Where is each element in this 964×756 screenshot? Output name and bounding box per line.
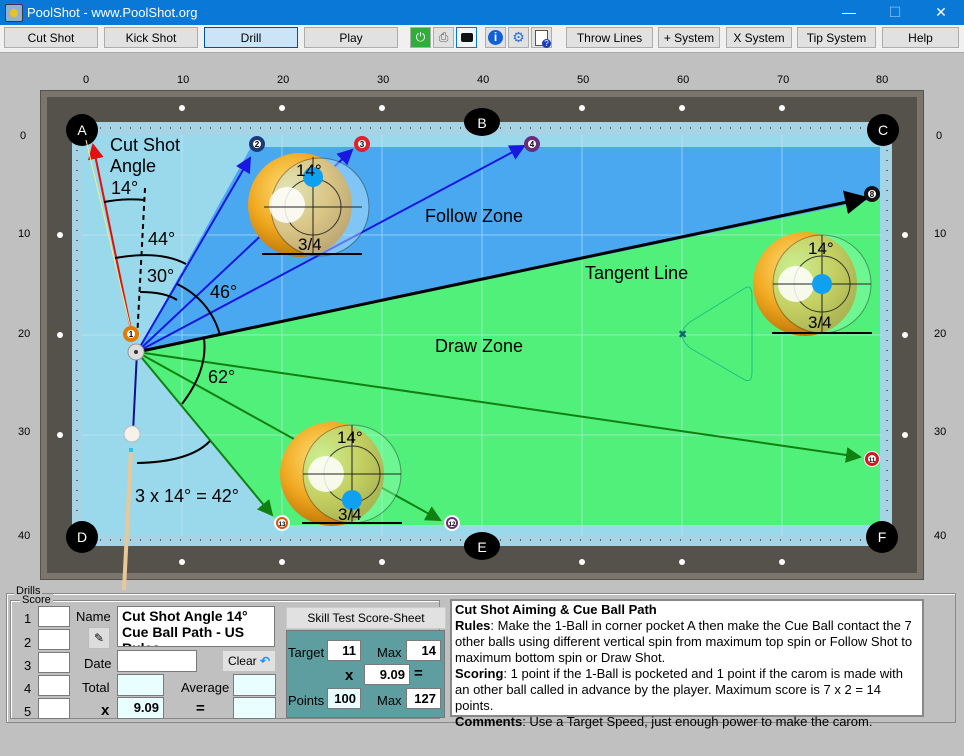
- score-group-label: Score: [20, 594, 53, 606]
- label-tangent-line: Tangent Line: [585, 263, 688, 283]
- cue-ball: [123, 425, 141, 443]
- multiply-symbol: x: [345, 667, 354, 684]
- drill-name-field[interactable]: Cut Shot Angle 14° Cue Ball Path - US Ru…: [117, 606, 275, 647]
- pool-table[interactable]: A B C D E F Cut Shot Angle 14° 44° 30° 4…: [0, 0, 964, 590]
- result-field: [233, 697, 276, 719]
- label-angle-44: 44°: [148, 229, 175, 249]
- description-rules: Rules: Make the 1-Ball in corner pocket …: [455, 618, 913, 665]
- date-label: Date: [84, 656, 112, 671]
- svg-text:F: F: [878, 529, 887, 545]
- svg-text:8: 8: [870, 190, 875, 199]
- target-field[interactable]: 11: [327, 640, 361, 661]
- max-label: Max: [377, 645, 402, 660]
- drill-description: Cut Shot Aiming & Cue Ball Path Rules: M…: [450, 599, 924, 729]
- total-field: [117, 674, 164, 696]
- svg-text:B: B: [477, 115, 486, 131]
- ghost-ball: [127, 343, 145, 361]
- equals-symbol: =: [414, 665, 423, 682]
- ball-8: 8: [864, 186, 880, 202]
- edit-name-button[interactable]: ✎: [88, 627, 110, 649]
- average-label: Average: [181, 680, 230, 695]
- label-angle-14: 14°: [111, 178, 138, 198]
- aim-diagram-center: 14° 3/4: [753, 232, 872, 336]
- skill-test-scoresheet-button[interactable]: Skill Test Score-Sheet: [286, 607, 446, 629]
- svg-text:2: 2: [255, 140, 260, 149]
- score-input-4[interactable]: [38, 675, 70, 696]
- ball-1: 1: [123, 326, 139, 342]
- ball-13: 13: [274, 515, 290, 531]
- svg-text:3/4: 3/4: [338, 505, 362, 524]
- total-label: Total: [82, 680, 110, 695]
- svg-text:D: D: [77, 529, 87, 545]
- label-angle-sum: 3 x 14° = 42°: [135, 486, 239, 506]
- label-follow-zone: Follow Zone: [425, 206, 523, 226]
- label-angle-30: 30°: [147, 266, 174, 286]
- svg-text:E: E: [477, 539, 486, 555]
- clear-label: Clear: [227, 654, 257, 668]
- ball-3: 3: [354, 136, 370, 152]
- pocket-c: C: [867, 114, 899, 146]
- label-angle-46: 46°: [210, 282, 237, 302]
- score-row-label: 5: [24, 704, 32, 719]
- score-input-2[interactable]: [38, 629, 70, 650]
- svg-text:4: 4: [530, 140, 535, 149]
- pocket-b: B: [464, 108, 500, 136]
- pocket-d: D: [66, 521, 98, 553]
- undo-icon: ↶: [259, 654, 271, 668]
- rack-spot-icon: ✖: [678, 329, 687, 341]
- svg-text:14°: 14°: [337, 428, 363, 447]
- score-row-label: 4: [24, 681, 32, 696]
- points-label: Points: [288, 693, 325, 708]
- svg-text:C: C: [878, 122, 888, 138]
- points-max-field: 127: [406, 688, 441, 709]
- label-angle: Angle: [110, 156, 156, 176]
- label-draw-zone: Draw Zone: [435, 336, 523, 356]
- description-comments: Comments: Use a Target Speed, just enoug…: [455, 714, 873, 729]
- svg-text:14°: 14°: [296, 161, 322, 180]
- multiply-symbol: x: [101, 702, 110, 719]
- description-title: Cut Shot Aiming & Cue Ball Path: [455, 602, 657, 617]
- ball-11: 11: [864, 451, 880, 467]
- ball-2: 2: [249, 136, 265, 152]
- svg-text:3/4: 3/4: [808, 313, 832, 332]
- label-cut-shot: Cut Shot: [110, 135, 180, 155]
- multiplier-field: 9.09: [117, 697, 164, 719]
- pocket-f: F: [866, 521, 898, 553]
- svg-text:13: 13: [279, 522, 286, 528]
- equals-symbol: =: [196, 700, 205, 717]
- score-input-3[interactable]: [38, 652, 70, 673]
- svg-text:12: 12: [449, 522, 456, 528]
- clear-button[interactable]: Clear ↶: [223, 651, 275, 671]
- pocket-e: E: [464, 532, 500, 560]
- svg-text:11: 11: [869, 458, 876, 464]
- target-label: Target: [288, 645, 325, 660]
- score-row-label: 1: [24, 611, 32, 626]
- name-label: Name: [76, 609, 111, 624]
- svg-text:A: A: [77, 122, 87, 138]
- ball-4: 4: [524, 136, 540, 152]
- average-field: [233, 674, 276, 696]
- points-max-label: Max: [377, 693, 402, 708]
- notepad-icon: ✎: [93, 631, 105, 645]
- skill-multiplier-field: 9.09: [364, 664, 410, 685]
- description-scoring: Scoring: 1 point if the 1-Ball is pocket…: [455, 666, 904, 713]
- svg-text:3: 3: [360, 140, 365, 149]
- ball-12: 12: [444, 515, 460, 531]
- score-row-label: 3: [24, 658, 32, 673]
- svg-text:14°: 14°: [808, 239, 834, 258]
- aim-diagram-bottom: 14° 3/4: [280, 422, 402, 526]
- drills-panel: Drills Score 1 2 3 4 5 Name ✎ Cut Shot A…: [6, 585, 958, 729]
- max-field: 14: [406, 640, 441, 661]
- aim-diagram-top: 14° 3/4: [248, 153, 370, 257]
- pocket-a: A: [66, 114, 98, 146]
- points-field: 100: [327, 688, 361, 709]
- label-angle-62: 62°: [208, 367, 235, 387]
- svg-text:1: 1: [129, 330, 134, 339]
- score-row-label: 2: [24, 635, 32, 650]
- score-input-5[interactable]: [38, 698, 70, 719]
- score-input-1[interactable]: [38, 606, 70, 627]
- svg-text:3/4: 3/4: [298, 235, 322, 254]
- date-field[interactable]: [117, 650, 197, 672]
